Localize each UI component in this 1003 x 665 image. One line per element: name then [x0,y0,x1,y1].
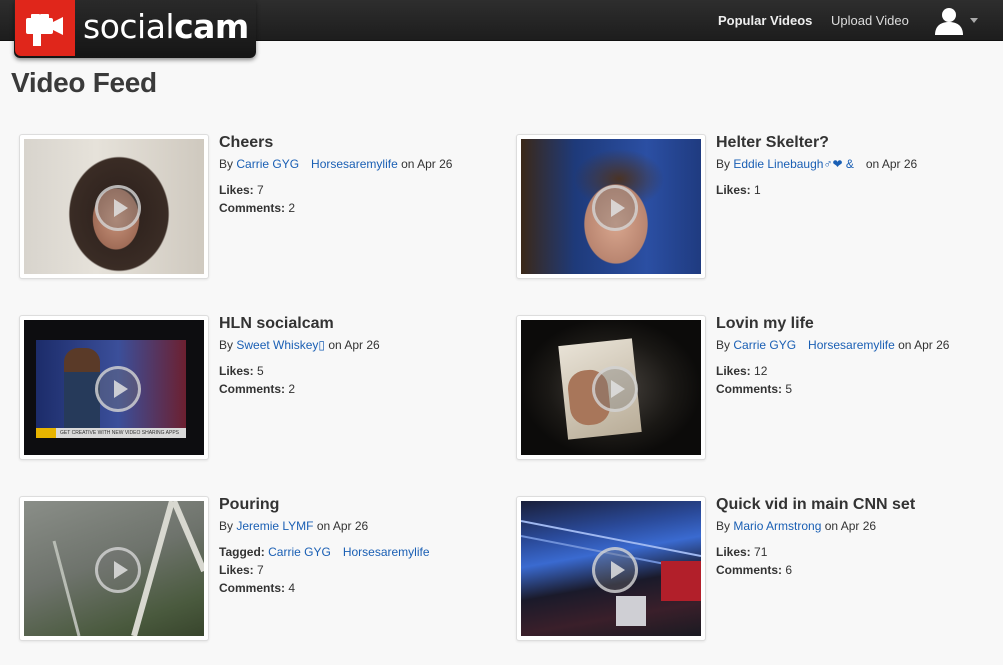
video-title[interactable]: Lovin my life [716,315,814,333]
page-title: Video Feed [11,67,157,98]
play-icon[interactable] [592,366,638,412]
comments-label: Comments: [219,201,286,215]
comments-label: Comments: [219,581,286,595]
likes-label: Likes: [716,183,751,197]
comments-label: Comments: [716,382,783,396]
author-link[interactable]: Sweet Whiskey▯ [236,338,325,352]
ticker-text: GET CREATIVE WITH NEW VIDEO SHARING APPS [60,430,179,436]
tagged-label: Tagged: [219,545,265,559]
likes-label: Likes: [716,545,751,559]
author-link[interactable]: Mario Armstrong [733,519,821,533]
likes-value: 1 [754,183,761,197]
brand-name: socialcam [83,7,249,46]
by-label: By [716,157,731,171]
comments-label: Comments: [219,382,286,396]
video-card: Helter Skelter? By Eddie Linebaugh♂❤ & on… [516,134,996,284]
brand-name-light: social [83,7,175,46]
video-card: Quick vid in main CNN set By Mario Armst… [516,496,996,646]
video-thumbnail[interactable]: GET CREATIVE WITH NEW VIDEO SHARING APPS [19,315,209,460]
likes-label: Likes: [219,183,254,197]
likes-value: 7 [257,183,264,197]
video-card: Pouring By Jeremie LYMF on Apr 26 Tagged… [19,496,499,646]
by-label: By [219,519,234,533]
video-date: on Apr 26 [328,338,380,352]
video-byline: By Carrie GYG Horsesaremylife on Apr 26 [716,338,949,352]
comments-count: Comments: 4 [219,581,295,595]
socialcam-logo[interactable]: socialcam [14,0,256,58]
by-label: By [716,338,731,352]
video-title[interactable]: Pouring [219,496,279,514]
by-label: By [716,519,731,533]
brand-name-bold: cam [174,7,249,46]
nav-upload-video[interactable]: Upload Video [831,13,909,28]
video-byline: By Mario Armstrong on Apr 26 [716,519,876,533]
tagged-users: Tagged: Carrie GYG Horsesaremylife [219,545,430,559]
comments-value: 5 [785,382,793,396]
video-card: GET CREATIVE WITH NEW VIDEO SHARING APPS… [19,315,499,465]
comments-count: Comments: 2 [219,201,295,215]
tagged-user-link[interactable]: Carrie GYG [268,545,331,559]
video-title[interactable]: Quick vid in main CNN set [716,496,915,514]
user-icon [935,8,978,35]
likes-value: 7 [257,563,264,577]
comments-value: 6 [785,563,793,577]
video-date: on Apr 26 [401,157,453,171]
video-thumbnail[interactable] [19,134,209,279]
author-link[interactable]: Carrie GYG [733,338,796,352]
comments-value: 4 [288,581,296,595]
likes-value: 12 [754,364,768,378]
video-thumbnail[interactable] [516,134,706,279]
author-link[interactable]: Carrie GYG [236,157,299,171]
video-byline: By Jeremie LYMF on Apr 26 [219,519,368,533]
author-link[interactable]: Eddie Linebaugh♂❤ & [733,157,853,171]
likes-label: Likes: [219,563,254,577]
video-date: on Apr 26 [898,338,950,352]
caret-down-icon [970,18,978,23]
likes-value: 71 [754,545,768,559]
video-card: Lovin my life By Carrie GYG Horsesaremyli… [516,315,996,465]
play-icon[interactable] [95,366,141,412]
video-byline: By Sweet Whiskey▯ on Apr 26 [219,338,380,352]
play-icon[interactable] [95,185,141,231]
comments-count: Comments: 5 [716,382,792,396]
play-icon[interactable] [95,547,141,593]
comments-count: Comments: 6 [716,563,792,577]
author-link[interactable]: Jeremie LYMF [236,519,313,533]
likes-count: Likes: 7 [219,563,264,577]
user-menu[interactable] [930,6,980,36]
video-card: Cheers By Carrie GYG Horsesaremylife on A… [19,134,499,284]
author-link[interactable]: Horsesaremylife [311,157,398,171]
likes-value: 5 [257,364,264,378]
by-label: By [219,157,234,171]
play-icon[interactable] [592,547,638,593]
video-date: on Apr 26 [824,519,877,533]
likes-count: Likes: 5 [219,364,264,378]
video-byline: By Carrie GYG Horsesaremylife on Apr 26 [219,157,452,171]
tagged-user-link[interactable]: Horsesaremylife [343,545,430,559]
video-thumbnail[interactable] [516,315,706,460]
video-title[interactable]: Helter Skelter? [716,134,829,152]
play-icon[interactable] [592,185,638,231]
video-date: on Apr 26 [316,519,369,533]
likes-label: Likes: [716,364,751,378]
video-thumbnail[interactable] [19,496,209,641]
likes-count: Likes: 7 [219,183,264,197]
video-title[interactable]: Cheers [219,134,273,152]
likes-count: Likes: 1 [716,183,761,197]
likes-count: Likes: 71 [716,545,767,559]
camera-icon [15,0,75,56]
likes-label: Likes: [219,364,254,378]
comments-count: Comments: 2 [219,382,295,396]
comments-label: Comments: [716,563,783,577]
author-link[interactable]: Horsesaremylife [808,338,895,352]
video-title[interactable]: HLN socialcam [219,315,334,333]
video-byline: By Eddie Linebaugh♂❤ & on Apr 26 [716,157,917,171]
comments-value: 2 [288,382,296,396]
likes-count: Likes: 12 [716,364,767,378]
by-label: By [219,338,234,352]
video-date: on Apr 26 [865,157,918,171]
video-thumbnail[interactable] [516,496,706,641]
nav-popular-videos[interactable]: Popular Videos [718,13,812,28]
comments-value: 2 [288,201,296,215]
